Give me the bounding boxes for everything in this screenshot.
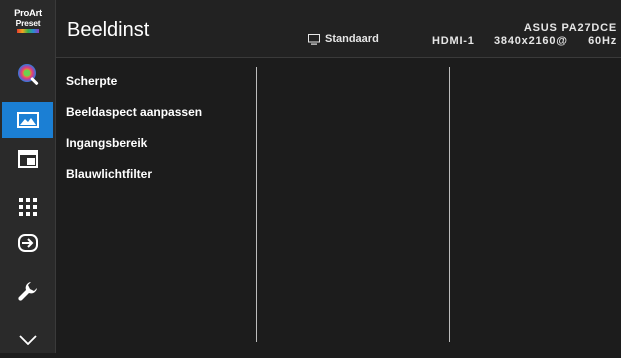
sidebar-item-image[interactable]	[2, 102, 53, 138]
column-divider-2	[449, 67, 450, 342]
menu-list: Scherpte Beeldaspect aanpassen Ingangsbe…	[66, 70, 256, 194]
sidebar-item-pip-pbp[interactable]	[2, 141, 53, 177]
osd-window: ProArt Preset Beeldinst Standaard HDMI-1…	[0, 0, 621, 353]
preset-label: Standaard	[325, 33, 379, 45]
color-bar-icon	[17, 29, 39, 33]
proart-preset-button[interactable]: ProArt Preset	[10, 9, 46, 39]
sidebar-item-qsfp[interactable]	[2, 189, 53, 225]
menu-item-blue-light-filter[interactable]: Blauwlichtfilter	[66, 163, 256, 194]
input-select-icon	[17, 234, 38, 252]
pip-pbp-icon	[17, 150, 38, 168]
input-source: HDMI-1	[432, 35, 475, 47]
column-divider-1	[256, 67, 257, 342]
menu-item-aspect-control[interactable]: Beeldaspect aanpassen	[66, 101, 256, 132]
menu-item-input-range[interactable]: Ingangsbereik	[66, 132, 256, 163]
sidebar-item-color[interactable]	[2, 56, 53, 92]
preset-indicator: Standaard	[308, 33, 379, 45]
chevron-down-icon	[18, 335, 37, 345]
model-name: ASUS PA27DCE	[523, 22, 617, 34]
proart-logo-line2: Preset	[15, 18, 41, 28]
page-title: Beeldinst	[67, 19, 150, 41]
refresh-rate: 60Hz	[588, 35, 617, 47]
sidebar-item-system-setup[interactable]	[2, 273, 53, 309]
image-icon	[16, 112, 39, 128]
wrench-icon	[17, 282, 37, 301]
sidebar: ProArt Preset	[0, 0, 56, 353]
qsfp-icon	[18, 198, 37, 216]
color-icon	[17, 64, 38, 85]
content-area: Scherpte Beeldaspect aanpassen Ingangsbe…	[56, 58, 621, 353]
resolution: 3840x2160@	[494, 35, 568, 47]
monitor-icon	[308, 33, 320, 45]
sidebar-item-input-select[interactable]	[2, 225, 53, 261]
header: Beeldinst Standaard HDMI-1 ASUS PA27DCE …	[56, 0, 621, 58]
menu-item-sharpness[interactable]: Scherpte	[66, 70, 256, 101]
